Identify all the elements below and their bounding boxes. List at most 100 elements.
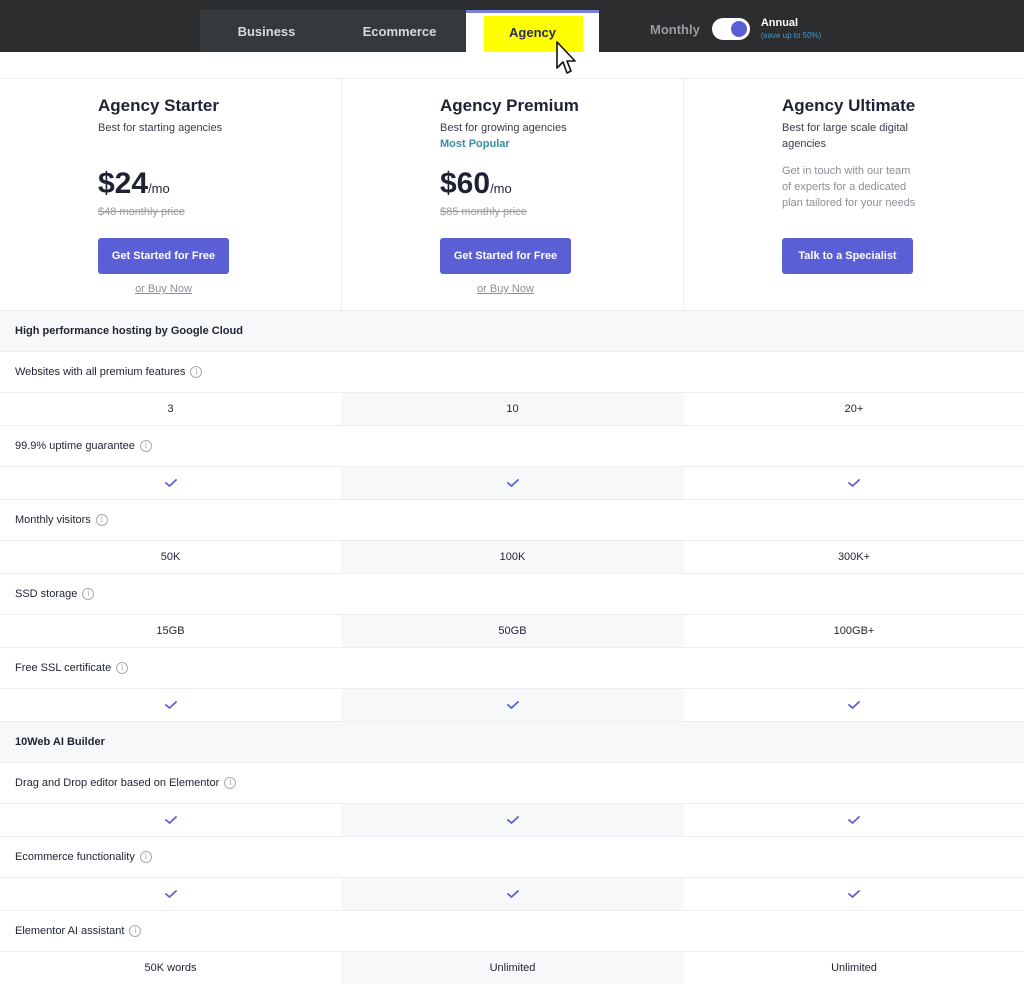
feature-cell xyxy=(341,689,684,721)
billing-toggle[interactable] xyxy=(711,18,750,40)
feature-row: Ecommerce functionality i xyxy=(0,836,1024,877)
feature-label: Websites with all premium features xyxy=(15,366,186,378)
feature-values-row: 3 10 20+ xyxy=(0,392,1024,425)
feature-value: 50K words xyxy=(144,962,197,974)
checkmark-icon xyxy=(164,816,177,824)
annual-option[interactable]: Annual (save up to 50%) xyxy=(761,18,821,40)
info-icon[interactable]: i xyxy=(224,777,237,789)
feature-row: Drag and Drop editor based on Elementor i xyxy=(0,762,1024,803)
feature-cell xyxy=(684,804,1024,836)
checkmark-icon xyxy=(164,701,177,709)
price-period: /mo xyxy=(490,181,512,196)
tab-business-label: Business xyxy=(237,23,296,39)
feature-value: 3 xyxy=(167,403,174,415)
tab-ecommerce[interactable]: Ecommerce xyxy=(333,10,466,52)
feature-label: Elementor AI assistant xyxy=(15,925,125,937)
tab-agency[interactable]: Agency xyxy=(466,10,599,52)
plan-agency-premium: Agency Premium Best for growing agencies… xyxy=(342,79,684,311)
feature-values-row xyxy=(0,803,1024,836)
feature-label: Free SSL certificate xyxy=(15,662,112,674)
monthly-label[interactable]: Monthly xyxy=(650,22,700,37)
feature-value: 50K xyxy=(160,551,181,563)
checkmark-icon xyxy=(164,890,177,898)
plan-price: $60/mo xyxy=(440,167,512,201)
billing-toggle-group: Monthly Annual (save up to 50%) xyxy=(650,18,821,40)
feature-values-row xyxy=(0,688,1024,721)
section-header: 10Web AI Builder xyxy=(0,721,1024,762)
info-icon[interactable]: i xyxy=(139,851,152,863)
feature-row: SSD storage i xyxy=(0,573,1024,614)
tab-ecommerce-label: Ecommerce xyxy=(362,23,437,39)
feature-row: Elementor AI assistant i xyxy=(0,910,1024,951)
info-icon[interactable]: i xyxy=(116,662,129,674)
feature-value: 300K+ xyxy=(837,551,871,563)
feature-label: 99.9% uptime guarantee xyxy=(15,440,135,452)
feature-values-row xyxy=(0,877,1024,910)
annual-savings-note: (save up to 50%) xyxy=(760,31,822,40)
buy-now-link[interactable]: or Buy Now xyxy=(440,283,571,295)
get-started-button[interactable]: Get Started for Free xyxy=(440,238,571,274)
tab-business[interactable]: Business xyxy=(200,10,333,52)
info-icon[interactable]: i xyxy=(139,440,152,452)
price-period: /mo xyxy=(148,181,170,196)
feature-row: 99.9% uptime guarantee i xyxy=(0,425,1024,466)
checkmark-icon xyxy=(506,701,519,709)
feature-comparison-table: High performance hosting by Google Cloud… xyxy=(0,310,1024,984)
feature-cell xyxy=(341,878,684,910)
feature-value: 100K xyxy=(341,541,684,573)
feature-value: 100GB+ xyxy=(833,625,875,637)
checkmark-icon xyxy=(506,816,519,824)
mouse-cursor-icon xyxy=(556,41,576,74)
plan-cards: Agency Starter Best for starting agencie… xyxy=(0,78,1024,311)
toggle-knob xyxy=(730,21,747,37)
plan-name: Agency Starter xyxy=(98,96,219,115)
old-price: $48 monthly price xyxy=(98,206,185,218)
tab-agency-label: Agency xyxy=(509,25,556,40)
feature-row: Monthly visitors i xyxy=(0,499,1024,540)
plan-name: Agency Ultimate xyxy=(782,96,916,115)
feature-cell xyxy=(0,689,341,721)
feature-cell xyxy=(0,804,341,836)
checkmark-icon xyxy=(164,479,177,487)
info-icon[interactable]: i xyxy=(190,366,203,378)
plan-subtitle: Best for growing agencies xyxy=(440,122,567,134)
section-header: High performance hosting by Google Cloud xyxy=(0,310,1024,351)
price-amount: $24 xyxy=(98,167,149,200)
checkmark-icon xyxy=(506,479,519,487)
info-icon[interactable]: i xyxy=(95,514,108,526)
feature-label: Drag and Drop editor based on Elementor xyxy=(15,777,220,789)
plan-price: $24/mo xyxy=(98,167,170,201)
plan-agency-ultimate: Agency Ultimate Best for large scale dig… xyxy=(684,79,1024,311)
feature-value: 50GB xyxy=(341,615,684,647)
checkmark-icon xyxy=(506,890,519,898)
old-price: $85 monthly price xyxy=(440,206,527,218)
plan-category-tabs: Business Ecommerce Agency xyxy=(200,10,599,52)
price-amount: $60 xyxy=(440,167,491,200)
feature-label: SSD storage xyxy=(15,588,78,600)
talk-to-specialist-button[interactable]: Talk to a Specialist xyxy=(782,238,913,274)
annual-label: Annual xyxy=(760,17,799,29)
contact-text: Get in touch with our team of experts fo… xyxy=(782,165,916,209)
checkmark-icon xyxy=(848,701,860,709)
plan-subtitle: Best for starting agencies xyxy=(98,122,223,134)
feature-cell xyxy=(684,689,1024,721)
feature-cell xyxy=(0,878,341,910)
feature-value: 15GB xyxy=(156,625,185,637)
feature-values-row: 50K 100K 300K+ xyxy=(0,540,1024,573)
top-bar: Business Ecommerce Agency Monthly Annual… xyxy=(0,0,1024,52)
feature-cell xyxy=(684,467,1024,499)
checkmark-icon xyxy=(848,479,860,487)
info-icon[interactable]: i xyxy=(82,588,95,600)
plan-agency-starter: Agency Starter Best for starting agencie… xyxy=(0,79,342,311)
feature-values-row: 15GB 50GB 100GB+ xyxy=(0,614,1024,647)
get-started-button[interactable]: Get Started for Free xyxy=(98,238,229,274)
buy-now-link[interactable]: or Buy Now xyxy=(98,283,229,295)
info-icon[interactable]: i xyxy=(129,925,142,937)
feature-values-row: 50K words Unlimited Unlimited xyxy=(0,951,1024,984)
feature-cell xyxy=(0,467,341,499)
feature-value: Unlimited xyxy=(831,962,877,974)
feature-row: Websites with all premium features i xyxy=(0,351,1024,392)
checkmark-icon xyxy=(848,816,860,824)
feature-value: 10 xyxy=(341,393,684,425)
feature-cell xyxy=(341,467,684,499)
